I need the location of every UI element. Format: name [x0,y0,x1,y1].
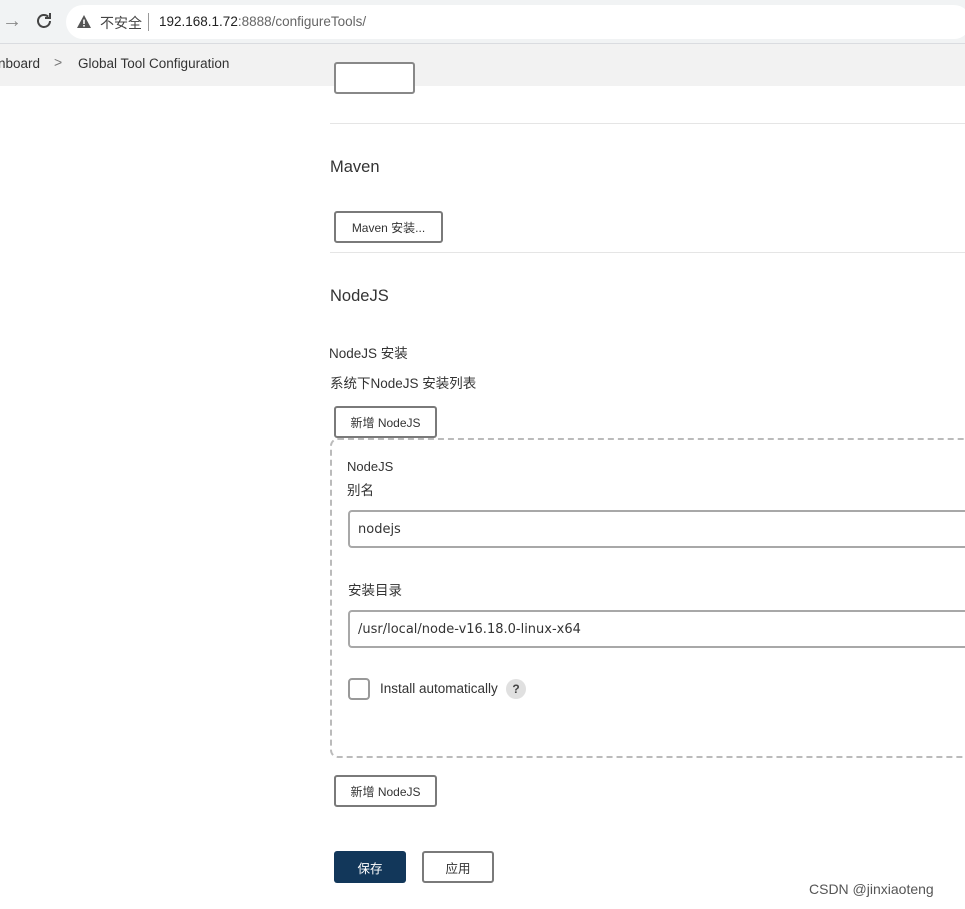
nodejs-installation-item [330,438,965,758]
section-divider [330,252,965,253]
forward-arrow-icon[interactable]: → [2,11,24,33]
breadcrumb: nboard > Global Tool Configuration [0,44,965,86]
maven-section-title: Maven [330,158,380,176]
add-nodejs-button-bottom[interactable]: 新增 NodeJS [334,775,437,807]
breadcrumb-global-tool-configuration[interactable]: Global Tool Configuration [78,56,229,71]
warning-icon[interactable] [76,14,92,30]
address-bar[interactable]: 不安全 192.168.1.72:8888/configureTools/ [66,5,965,39]
nodejs-item-header: NodeJS [347,459,394,474]
not-secure-label[interactable]: 不安全 [100,13,142,33]
url-path: :8888/configureTools/ [237,14,367,29]
nodejs-section-title: NodeJS [330,287,389,305]
install-automatically-checkbox[interactable] [348,678,370,700]
alias-input[interactable]: nodejs [348,510,965,548]
nodejs-install-label: NodeJS 安装 [329,346,408,361]
browser-toolbar: → 不安全 192.168.1.72:8888/configureTools/ [0,0,965,44]
help-icon[interactable]: ? [506,679,526,699]
address-separator [148,13,149,31]
alias-label: 别名 [347,483,374,498]
section-divider [330,123,965,124]
nodejs-install-list-description: 系统下NodeJS 安装列表 [330,376,477,391]
breadcrumb-chevron-icon: > [54,54,63,70]
install-dir-label: 安装目录 [348,583,402,598]
previous-section-button[interactable] [334,62,415,94]
url-host: 192.168.1.72 [159,14,238,29]
url-text[interactable]: 192.168.1.72:8888/configureTools/ [159,14,366,29]
breadcrumb-dashboard[interactable]: nboard [0,56,40,71]
add-nodejs-button[interactable]: 新增 NodeJS [334,406,437,438]
save-button[interactable]: 保存 [334,851,406,883]
apply-button[interactable]: 应用 [422,851,494,883]
install-dir-input[interactable]: /usr/local/node-v16.18.0-linux-x64 [348,610,965,648]
maven-install-button[interactable]: Maven 安装... [334,211,443,243]
watermark: CSDN @jinxiaoteng [809,881,934,897]
install-automatically-label[interactable]: Install automatically [380,681,498,696]
reload-icon[interactable] [33,10,55,32]
